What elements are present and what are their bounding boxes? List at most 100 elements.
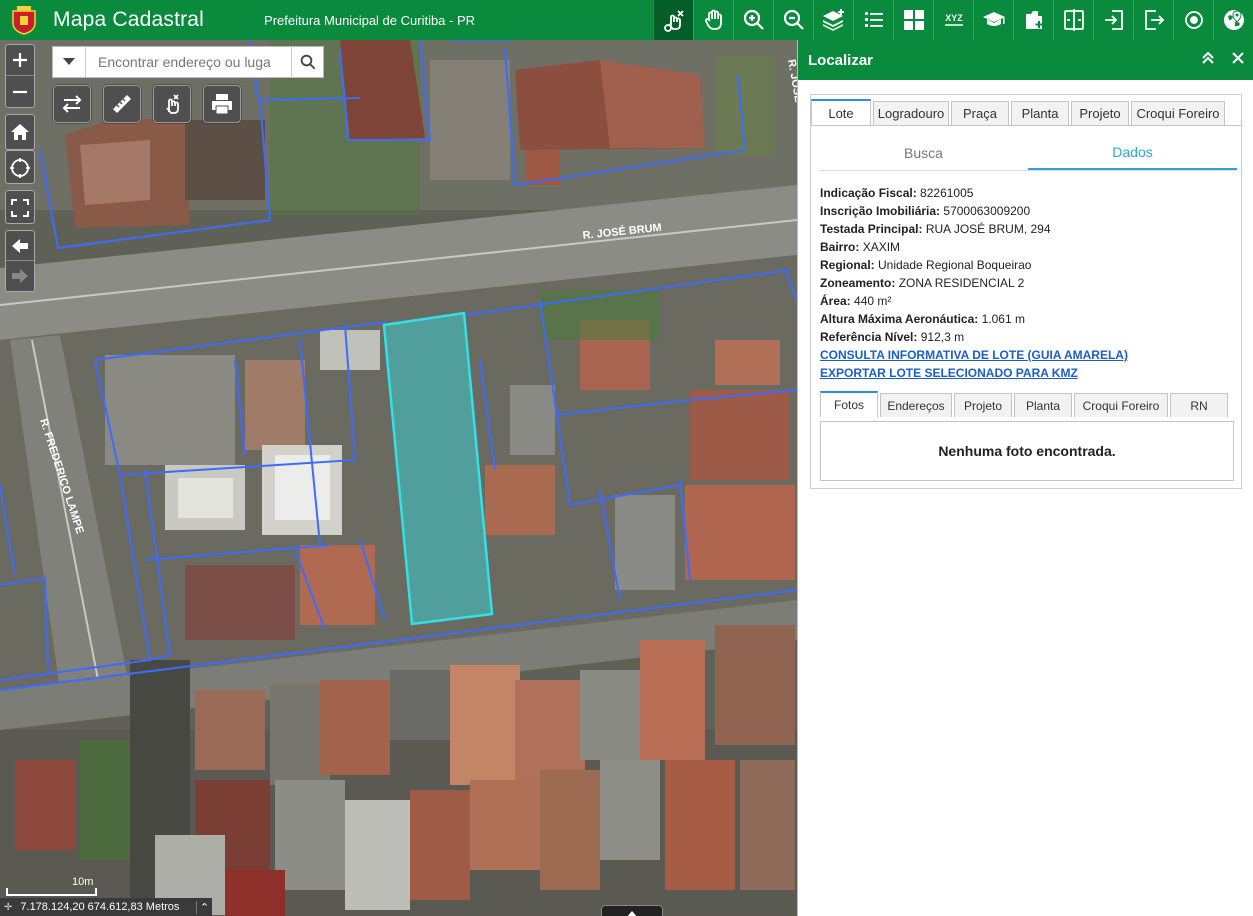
fullscreen-button[interactable]: [6, 191, 34, 225]
field-zoneamento: Zoneamento: ZONA RESIDENCIAL 2: [820, 276, 1025, 290]
tab-detail-planta[interactable]: Planta: [1014, 393, 1072, 417]
photos-empty-state: Nenhuma foto encontrada.: [820, 421, 1234, 481]
search-type-tabs: Lote Logradouro Praça Planta Projeto Cro…: [811, 99, 1227, 125]
app-root: Mapa Cadastral Prefeitura Municipal de C…: [0, 0, 1253, 916]
target-icon[interactable]: [1173, 0, 1213, 40]
home-icon: [11, 124, 29, 140]
zoom-out-icon[interactable]: [773, 0, 813, 40]
zoom-in-icon[interactable]: [733, 0, 773, 40]
tab-rn[interactable]: RN: [1170, 393, 1228, 417]
field-referencia-nivel: Referência Nível: 912,3 m: [820, 330, 965, 344]
collapse-panel-button[interactable]: [1193, 51, 1223, 70]
graduation-cap-icon[interactable]: [973, 0, 1013, 40]
history-control: [5, 230, 35, 292]
search-button[interactable]: [291, 47, 323, 77]
tab-detail-croqui-foreiro[interactable]: Croqui Foreiro: [1074, 393, 1168, 417]
xyz-coordinates-icon[interactable]: XYZ: [933, 0, 973, 40]
map-view[interactable]: R. JOSÉ BRUM R. FREDERICO LAMPE R. JOSÉ: [0, 40, 797, 916]
locate-button[interactable]: [6, 151, 34, 185]
tab-projeto[interactable]: Projeto: [1071, 101, 1129, 125]
chevron-up-icon[interactable]: ⌃: [196, 900, 212, 914]
zoom-out-button[interactable]: [6, 76, 34, 107]
previous-extent-button[interactable]: [6, 231, 34, 261]
lot-details: Indicação Fiscal: 82261005 Inscrição Imo…: [820, 184, 1128, 382]
tabs-divider: [811, 125, 1241, 126]
field-testada-principal: Testada Principal: RUA JOSÉ BRUM, 294: [820, 222, 1051, 236]
app-header: Mapa Cadastral Prefeitura Municipal de C…: [0, 0, 1253, 40]
measure-button[interactable]: [103, 85, 141, 123]
plus-icon: [13, 53, 27, 67]
grid-icon[interactable]: [893, 0, 933, 40]
caret-up-icon: [627, 911, 637, 916]
aerial-imagery: R. JOSÉ BRUM R. FREDERICO LAMPE R. JOSÉ: [0, 40, 797, 916]
app-title: Mapa Cadastral: [53, 8, 205, 31]
ruler-icon: [113, 95, 131, 113]
printer-icon: [212, 94, 232, 115]
tab-planta[interactable]: Planta: [1011, 101, 1069, 125]
identify-hand-icon: [166, 94, 179, 114]
locate-panel: Localizar Lote Logradouro Praça Planta P…: [797, 40, 1253, 916]
address-search: [52, 46, 324, 78]
legend-list-icon[interactable]: [853, 0, 893, 40]
home-control: [5, 114, 35, 150]
close-icon: [1232, 52, 1244, 64]
swap-arrows-icon: [62, 95, 82, 113]
minus-icon: [13, 90, 27, 93]
close-panel-button[interactable]: [1223, 51, 1253, 69]
detail-tabs: Fotos Endereços Projeto Planta Croqui Fo…: [820, 391, 1230, 417]
identify-tool-icon[interactable]: [653, 0, 693, 40]
search-icon: [300, 54, 315, 70]
fullscreen-icon: [11, 199, 29, 217]
subtab-dados[interactable]: Dados: [1028, 135, 1237, 170]
logout-arrow-icon[interactable]: [1133, 0, 1173, 40]
field-regional: Regional: Unidade Regional Boqueirao: [820, 258, 1032, 272]
pan-hand-icon[interactable]: [693, 0, 733, 40]
panel-header: Localizar: [798, 40, 1253, 80]
panel-title: Localizar: [808, 51, 874, 69]
double-chevron-up-icon: [1202, 51, 1214, 64]
tab-croqui-foreiro[interactable]: Croqui Foreiro: [1131, 101, 1225, 125]
login-arrow-icon[interactable]: [1093, 0, 1133, 40]
coordinates-bar: ✛ 7.178.124,20 674.612,83 Metros ⌃: [0, 898, 212, 916]
tab-logradouro[interactable]: Logradouro: [873, 101, 949, 125]
chevron-down-icon: [63, 58, 75, 65]
lote-subtabs: Busca Dados: [819, 135, 1237, 171]
svg-text:XYZ: XYZ: [945, 13, 963, 23]
scale-line: [6, 888, 97, 896]
coordinates-readout: 7.178.124,20 674.612,83 Metros: [20, 901, 180, 913]
zoom-control: [5, 44, 35, 108]
tab-praca[interactable]: Praça: [951, 101, 1009, 125]
locate-control: [5, 150, 35, 184]
identify-button[interactable]: [153, 85, 191, 123]
panel-content: Lote Logradouro Praça Planta Projeto Cro…: [810, 94, 1242, 489]
crosshair-icon: [10, 158, 30, 178]
field-bairro: Bairro: XAXIM: [820, 240, 901, 254]
field-inscricao-imobiliaria: Inscrição Imobiliária: 5700063009200: [820, 204, 1031, 218]
zoom-in-button[interactable]: [6, 45, 34, 76]
guia-amarela-link[interactable]: CONSULTA INFORMATIVA DE LOTE (GUIA AMARE…: [820, 346, 1128, 364]
add-document-icon[interactable]: [1013, 0, 1053, 40]
fullscreen-control: [5, 190, 35, 224]
tab-enderecos[interactable]: Endereços: [880, 393, 952, 417]
field-indicacao-fiscal: Indicação Fiscal: 82261005: [820, 186, 974, 200]
tab-fotos[interactable]: Fotos: [820, 391, 878, 417]
main-toolbar: XYZ: [653, 0, 1253, 40]
basemap-toggle-button[interactable]: [53, 85, 91, 123]
tab-lote[interactable]: Lote: [811, 99, 871, 125]
search-dropdown-toggle[interactable]: [53, 47, 86, 77]
globe-pin-icon[interactable]: [1213, 0, 1253, 40]
field-altura-maxima: Altura Máxima Aeronáutica: 1.061 m: [820, 312, 1025, 326]
subtab-busca[interactable]: Busca: [819, 135, 1028, 170]
swipe-compare-icon[interactable]: [1053, 0, 1093, 40]
layers-add-icon[interactable]: [813, 0, 853, 40]
bottom-panel-toggle[interactable]: [601, 905, 663, 916]
search-input[interactable]: [86, 47, 291, 77]
export-kmz-link[interactable]: EXPORTAR LOTE SELECIONADO PARA KMZ: [820, 364, 1128, 382]
arrow-right-icon: [12, 269, 28, 283]
home-button[interactable]: [6, 115, 34, 149]
app-subtitle: Prefeitura Municipal de Curitiba - PR: [264, 12, 476, 28]
print-button[interactable]: [203, 85, 241, 123]
next-extent-button[interactable]: [6, 261, 34, 291]
tab-detail-projeto[interactable]: Projeto: [954, 393, 1012, 417]
crosshair-small-icon: ✛: [4, 901, 13, 913]
